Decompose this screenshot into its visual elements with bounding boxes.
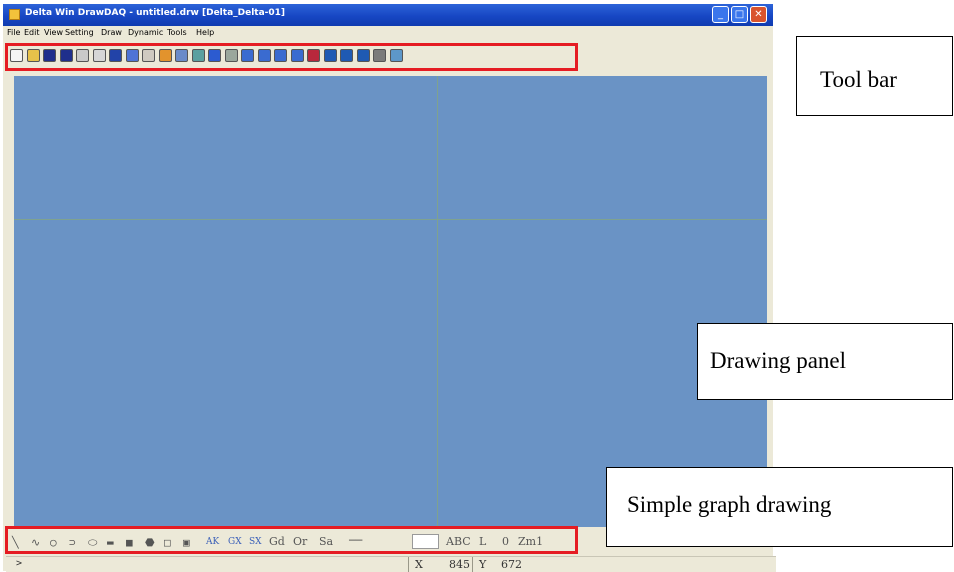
x-coordinate-label: X [415, 558, 423, 571]
menu-edit[interactable]: Edit [24, 28, 40, 37]
toolbar-callout-text: Tool bar [820, 67, 897, 92]
menu-file[interactable]: File [7, 28, 20, 37]
y-coordinate-label: Y [479, 558, 487, 571]
title-bar[interactable]: Delta Win DrawDAQ - untitled.drw [Delta_… [3, 4, 773, 26]
minimize-button[interactable]: _ [712, 6, 729, 23]
maximize-button[interactable]: □ [731, 6, 748, 23]
simple-graph-callout-text: Simple graph drawing [627, 492, 832, 517]
app-icon [9, 9, 20, 20]
drawing-panel[interactable] [14, 76, 767, 527]
simple-graph-callout: Simple graph drawing [606, 467, 953, 547]
y-coordinate-value: 672 [501, 558, 522, 571]
window-title: Delta Win DrawDAQ - untitled.drw [Delta_… [25, 8, 286, 18]
drawing-panel-callout: Drawing panel [697, 323, 953, 400]
drawing-toolbar-highlight [5, 526, 578, 554]
grid-line-vertical [437, 76, 438, 527]
status-bar: > X 845 Y 672 [6, 556, 776, 572]
status-divider [408, 557, 409, 572]
command-prompt: > [16, 558, 23, 569]
menu-draw[interactable]: Draw [101, 28, 122, 37]
grid-line-horizontal [14, 219, 767, 220]
menu-bar: File Edit View Setting Draw Dynamic Tool… [3, 26, 773, 41]
x-coordinate-value: 845 [449, 558, 470, 571]
close-button[interactable]: ✕ [750, 6, 767, 23]
menu-dynamic[interactable]: Dynamic [128, 28, 163, 37]
drawing-panel-callout-text: Drawing panel [710, 348, 847, 373]
menu-help[interactable]: Help [196, 28, 214, 37]
menu-setting[interactable]: Setting [65, 28, 94, 37]
toolbar-callout: Tool bar [796, 36, 953, 116]
toolbar-highlight [5, 43, 578, 71]
status-divider [472, 557, 473, 572]
menu-view[interactable]: View [44, 28, 63, 37]
menu-tools[interactable]: Tools [167, 28, 187, 37]
